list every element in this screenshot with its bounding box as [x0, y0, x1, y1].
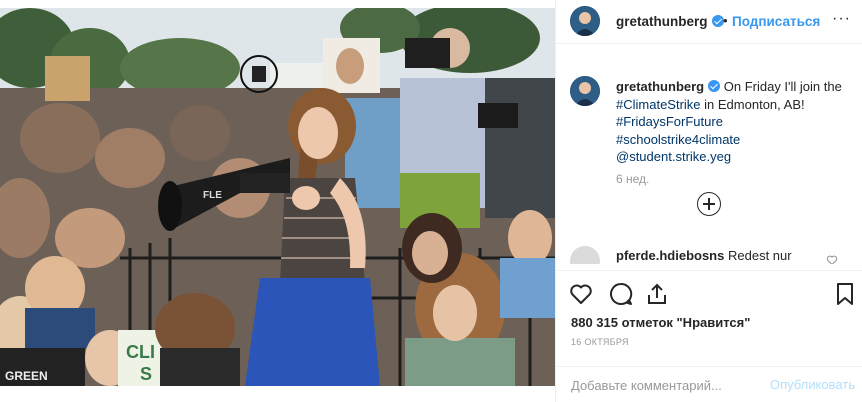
comment-body: Redest nur	[727, 248, 792, 263]
header-separator: •	[723, 13, 728, 28]
avatar[interactable]	[570, 6, 600, 36]
like-icon[interactable]	[568, 281, 594, 307]
verified-icon	[711, 15, 724, 27]
instagram-post: CLI S GREEN FLE gretathunberg • Подписат…	[0, 0, 862, 402]
caption-body-after: in Edmonton, AB!	[704, 96, 805, 112]
post-date[interactable]: 16 ОКТЯБРЯ	[571, 337, 629, 347]
caption-timestamp[interactable]: 6 нед.	[616, 172, 649, 186]
mention-link[interactable]: @student.strike.yeg	[616, 149, 731, 164]
hashtag-link[interactable]: #schoolstrike4climate	[616, 132, 740, 147]
avatar-icon	[570, 6, 600, 36]
caption-avatar[interactable]	[570, 76, 600, 106]
hashtag-link[interactable]: #ClimateStrike	[616, 97, 701, 112]
caption-username[interactable]: gretathunberg	[616, 79, 704, 94]
publish-button[interactable]: Опубликовать	[770, 377, 855, 392]
verified-icon	[708, 80, 721, 92]
post-actions: 880 315 отметок "Нравится" 16 ОКТЯБРЯ	[556, 270, 862, 370]
megaphone-text: FLE	[203, 190, 222, 201]
header-username[interactable]: gretathunberg	[616, 14, 724, 29]
more-options-icon[interactable]: ···	[832, 10, 851, 28]
comments-section: gretathunberg On Friday I'll join the #C…	[556, 56, 862, 264]
protest-photo-illustration: CLI S GREEN FLE	[0, 8, 555, 386]
comment-icon[interactable]	[608, 281, 634, 307]
sign-text: CLI	[126, 342, 155, 362]
post-header: gretathunberg • Подписаться ···	[556, 0, 862, 44]
caption-body: On Friday I'll join the	[723, 79, 842, 94]
post-photo[interactable]: CLI S GREEN FLE	[0, 8, 555, 386]
share-icon[interactable]	[644, 281, 670, 307]
avatar-icon	[570, 76, 600, 106]
post-side-panel: gretathunberg • Подписаться ··· gretathu…	[555, 0, 862, 402]
follow-button[interactable]: Подписаться	[732, 14, 820, 29]
add-comment-bar: Опубликовать	[556, 366, 862, 402]
bookmark-icon[interactable]	[832, 281, 858, 307]
shirt-text: GREEN	[5, 369, 48, 383]
comment-like-icon[interactable]	[826, 254, 838, 264]
sign-text-2: S	[140, 364, 152, 384]
caption-text: gretathunberg On Friday I'll join the #C…	[616, 78, 852, 166]
load-more-comments-icon[interactable]	[697, 192, 721, 216]
hashtag-link[interactable]: #FridaysForFuture	[616, 114, 723, 129]
comment-input[interactable]	[571, 375, 761, 395]
likes-count[interactable]: 880 315 отметок "Нравится"	[571, 315, 750, 330]
comment-avatar[interactable]	[570, 246, 600, 264]
comment-username[interactable]: pferde.hdiebosns	[616, 248, 724, 263]
comment-text: pferde.hdiebosns Redest nur	[616, 248, 792, 263]
